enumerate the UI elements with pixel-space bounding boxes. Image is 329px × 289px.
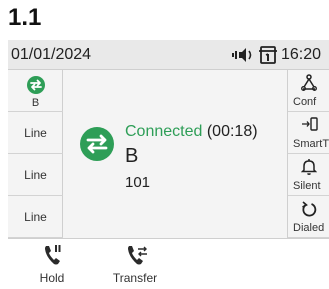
bell-silent-icon xyxy=(301,159,317,175)
silent-button[interactable]: Silent xyxy=(288,154,329,196)
call-transfer-icon xyxy=(80,127,114,161)
conf-label: Conf xyxy=(293,96,317,108)
redial-icon xyxy=(302,201,317,217)
line-key-b[interactable]: B xyxy=(8,70,63,112)
line-key-label: B xyxy=(31,97,40,109)
smart-transfer-button[interactable]: SmartTransfer xyxy=(288,112,329,154)
line-key-label: Line xyxy=(24,126,47,140)
call-state: Connected xyxy=(125,123,203,140)
status-bar: 01/01/2024 16:20 xyxy=(8,40,329,70)
caller-number: 101 xyxy=(125,174,151,191)
transfer-label: Transfer xyxy=(112,271,158,285)
conference-icon xyxy=(301,74,317,91)
line-key-label: Line xyxy=(24,210,47,224)
smart-transfer-label: SmartTransfer xyxy=(293,138,329,150)
phone-transfer-icon xyxy=(128,246,147,265)
line-key-2[interactable]: Line xyxy=(8,112,63,154)
line-key-3[interactable]: Line xyxy=(8,154,63,196)
headset-icon xyxy=(259,46,277,64)
call-duration: (00:18) xyxy=(206,123,258,140)
call-transfer-icon xyxy=(27,76,45,94)
line-key-label: Line xyxy=(24,168,47,182)
call-info-panel: Connected (00:18) B 101 xyxy=(63,70,287,238)
phone-screen: 01/01/2024 16:20 B Line Line Line Connec… xyxy=(8,40,329,289)
line-key-4[interactable]: Line xyxy=(8,196,63,238)
hold-button[interactable]: Hold xyxy=(17,239,87,289)
status-time: 16:20 xyxy=(281,46,322,63)
dialed-button[interactable]: Dialed xyxy=(288,196,329,238)
section-title: 1.1 xyxy=(8,4,42,31)
transfer-button[interactable]: Transfer xyxy=(100,239,170,289)
speaker-icon xyxy=(232,48,252,62)
caller-name: B xyxy=(125,145,139,167)
line-keys: B Line Line Line xyxy=(8,70,63,238)
dialed-label: Dialed xyxy=(293,222,325,234)
silent-label: Silent xyxy=(293,180,321,192)
hold-label: Hold xyxy=(39,271,65,285)
phone-hold-icon xyxy=(45,245,61,265)
status-date: 01/01/2024 xyxy=(11,46,92,63)
smart-transfer-icon xyxy=(302,117,318,131)
side-keys: Conf SmartTransfer Silent Dialed xyxy=(287,70,329,238)
conf-button[interactable]: Conf xyxy=(288,70,329,112)
call-status: Connected (00:18) xyxy=(125,123,258,141)
softkey-bar: Hold Transfer xyxy=(8,238,329,289)
